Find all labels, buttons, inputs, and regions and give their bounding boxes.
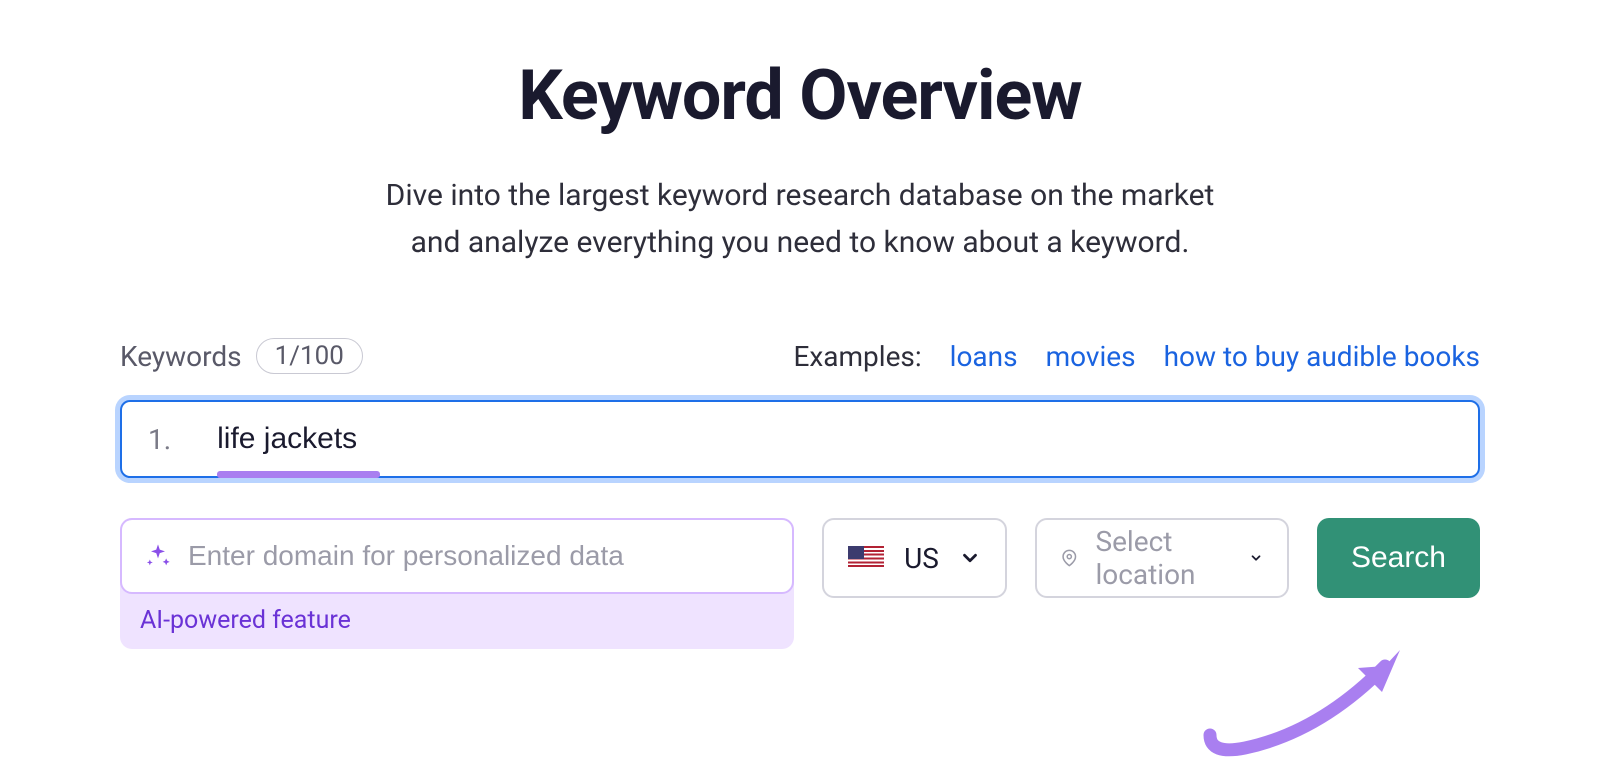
examples-wrap: Examples: loans movies how to buy audibl… [793,340,1480,373]
keyword-row-number: 1. [148,423,171,456]
chevron-down-icon [1249,547,1263,569]
subtitle-line-1: Dive into the largest keyword research d… [386,178,1215,213]
keyword-input-container[interactable]: 1. [120,400,1480,478]
location-select[interactable]: Select location [1035,518,1289,598]
flag-us-icon [848,546,884,570]
ai-powered-label: AI-powered feature [120,594,794,639]
example-link-audible[interactable]: how to buy audible books [1164,340,1480,373]
keywords-label: Keywords [120,340,242,373]
page-subtitle: Dive into the largest keyword research d… [120,173,1480,266]
examples-label: Examples: [793,340,921,373]
search-button[interactable]: Search [1317,518,1480,598]
domain-input-wrap[interactable] [120,518,794,594]
example-link-loans[interactable]: loans [950,340,1018,373]
sparkle-icon [144,542,172,570]
keywords-label-wrap: Keywords 1/100 [120,338,363,374]
page-title: Keyword Overview [120,55,1480,137]
keyword-highlight-underline [217,471,380,478]
country-select[interactable]: US [822,518,1007,598]
domain-ai-block: AI-powered feature [120,518,794,649]
keyword-input[interactable] [217,422,1317,456]
chevron-down-icon [959,547,981,569]
location-placeholder: Select location [1095,525,1212,591]
example-link-movies[interactable]: movies [1046,340,1136,373]
domain-input[interactable] [188,540,770,572]
keywords-count-badge: 1/100 [256,338,363,374]
map-pin-icon [1061,543,1078,573]
country-code-label: US [904,542,939,575]
annotation-arrow-icon [1190,640,1440,760]
subtitle-line-2: and analyze everything you need to know … [411,225,1190,260]
